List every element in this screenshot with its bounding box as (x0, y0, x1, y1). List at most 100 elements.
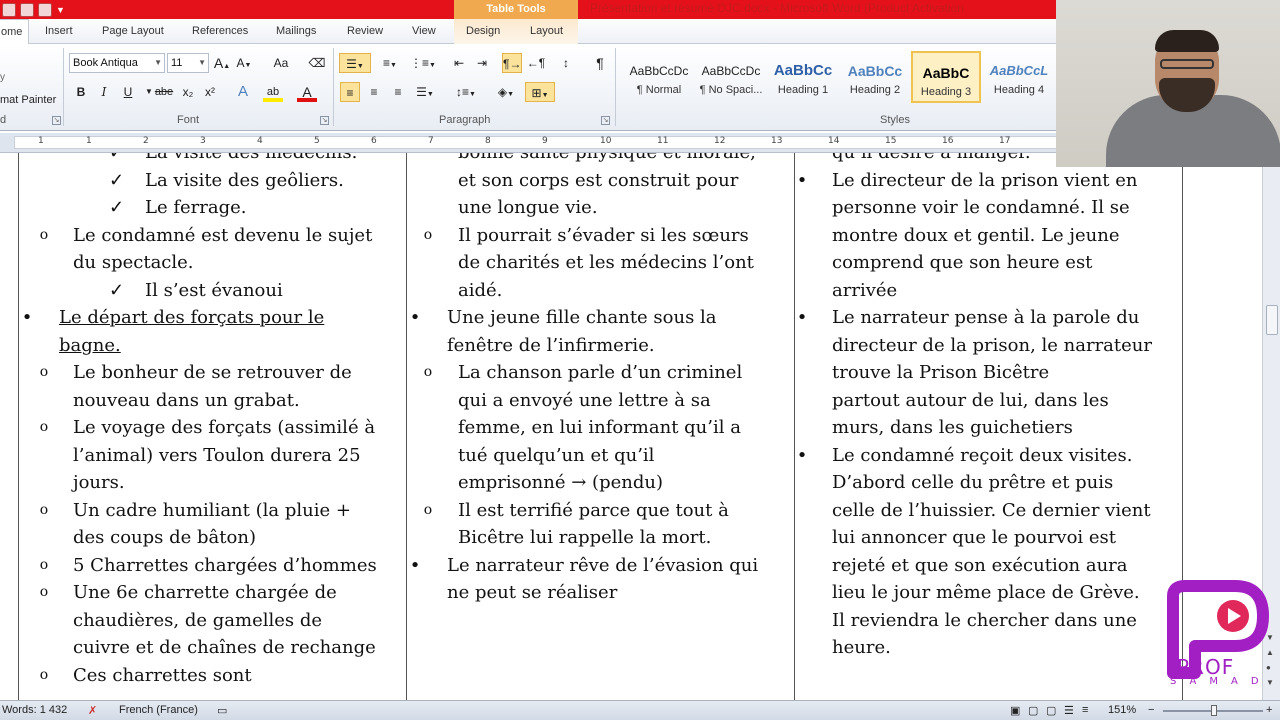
circle-bullet-icon: o (39, 666, 49, 683)
bold-button[interactable]: B (71, 82, 91, 102)
redo-icon[interactable] (38, 2, 52, 17)
multilevel-list-button[interactable]: ⋮≡▼ (409, 53, 437, 73)
outline-view-icon[interactable]: ☰ (1064, 704, 1074, 717)
document-line: Le ferrage. (145, 197, 247, 218)
zoom-in-button[interactable]: + (1266, 704, 1272, 716)
circle-bullet-icon: o (39, 584, 49, 600)
clipboard-launcher-icon[interactable]: ↘ (52, 116, 61, 125)
ruler-tick-label: 3 (200, 136, 206, 146)
circle-bullet-icon: o (39, 501, 49, 518)
document-line: jours. (73, 472, 125, 493)
document-line: du spectacle. (73, 252, 194, 273)
decrease-indent-icon[interactable]: ⇤ (449, 53, 469, 73)
style-heading-3[interactable]: AaBbC Heading 3 (911, 51, 981, 103)
underline-button[interactable]: U (118, 82, 138, 102)
grow-font-button[interactable]: A▲ (212, 53, 232, 73)
subscript-button[interactable]: x₂ (178, 82, 198, 102)
align-center-icon[interactable]: ≡ (364, 82, 384, 102)
circle-bullet-icon: o (423, 226, 433, 243)
clear-formatting-icon[interactable]: ⌫ (307, 53, 327, 73)
justify-icon[interactable]: ☰▼ (412, 82, 438, 102)
language-indicator[interactable]: French (France) (119, 704, 198, 716)
zoom-slider-knob[interactable] (1211, 705, 1217, 716)
customize-qat-icon[interactable]: ▼ (56, 5, 65, 15)
tab-layout[interactable]: Layout (530, 19, 563, 44)
zoom-out-button[interactable]: − (1148, 704, 1154, 716)
show-formatting-button[interactable]: ¶ (590, 53, 610, 73)
font-name-value: Book Antiqua (73, 57, 138, 69)
tab-view[interactable]: View (412, 19, 436, 44)
tab-page-layout[interactable]: Page Layout (102, 19, 164, 44)
italic-button[interactable]: I (94, 82, 114, 102)
circle-bullet-icon: o (39, 419, 49, 435)
tab-review[interactable]: Review (347, 19, 383, 44)
format-painter-button[interactable]: mat Painter (0, 94, 56, 106)
document-line: Le condamné reçoit deux visites. (832, 444, 1133, 466)
font-size-combo[interactable]: 11 ▼ (167, 53, 209, 73)
style-normal[interactable]: AaBbCcDc ¶ Normal (624, 51, 694, 103)
ltr-direction-icon[interactable]: ¶→ (502, 53, 522, 73)
save-icon[interactable] (2, 2, 16, 17)
style-heading-4[interactable]: AaBbCcL Heading 4 (984, 51, 1054, 103)
macro-record-icon[interactable]: ▭ (217, 704, 227, 717)
word-count[interactable]: Words: 1 432 (2, 704, 67, 716)
shading-icon[interactable]: ◈▼ (492, 82, 520, 102)
style-heading-2[interactable]: AaBbCc Heading 2 (840, 51, 910, 103)
bullets-button[interactable]: ☰▼ (339, 53, 371, 73)
document-line: trouve la Prison Bicêtre (832, 362, 1050, 383)
circle-bullet-icon: o (423, 501, 433, 518)
table-tools-context-tab: Table Tools (454, 0, 578, 19)
borders-icon[interactable]: ⊞▼ (525, 82, 555, 102)
increase-indent-icon[interactable]: ⇥ (472, 53, 492, 73)
scrollbar-thumb[interactable] (1266, 305, 1278, 335)
document-line: rejeté et que son exécution aura (832, 554, 1128, 576)
web-layout-view-icon[interactable]: ▢ (1046, 704, 1056, 717)
highlight-button[interactable]: ab (263, 82, 283, 102)
shrink-font-button[interactable]: A▼ (234, 53, 254, 73)
shrink-font-icon: A (236, 56, 245, 70)
document-line: Le narrateur pense à la parole du (832, 307, 1140, 328)
tab-home[interactable]: ome (0, 19, 30, 45)
chevron-down-icon: ▼ (154, 58, 162, 67)
presenter-glasses (1160, 59, 1214, 69)
document-line: Le directeur de la prison vient en (832, 169, 1138, 191)
full-screen-view-icon[interactable]: ▢ (1028, 704, 1038, 717)
align-right-icon[interactable]: ≡ (388, 82, 408, 102)
text-effects-button[interactable]: A (233, 82, 253, 102)
style-heading-1[interactable]: AaBbCc Heading 1 (768, 51, 838, 103)
document-area[interactable]: ✓ La visite des médecins. ✓ La visite des g… (0, 153, 1262, 700)
paragraph-launcher-icon[interactable]: ↘ (601, 116, 610, 125)
document-line: tué quelqu’un et qu’il (458, 444, 655, 466)
table-column-2[interactable]: bonne santé physique et morale, et son co… (407, 153, 793, 700)
print-layout-view-icon[interactable]: ▣ (1010, 704, 1020, 717)
tab-references[interactable]: References (192, 19, 248, 44)
font-launcher-icon[interactable]: ↘ (320, 116, 329, 125)
superscript-button[interactable]: x² (200, 82, 220, 102)
draft-view-icon[interactable]: ≡ (1082, 704, 1088, 716)
font-name-combo[interactable]: Book Antiqua ▼ (69, 53, 165, 73)
table-column-3[interactable]: qu’il désire à manger. • Le directeur de l… (795, 153, 1181, 700)
tab-insert[interactable]: Insert (45, 19, 73, 44)
tab-mailings[interactable]: Mailings (276, 19, 316, 44)
change-case-button[interactable]: Aa (268, 53, 294, 73)
align-left-icon[interactable]: ≡ (340, 82, 360, 102)
document-line: et son corps est construit pour (458, 169, 739, 191)
ruler-tick-label: 1 (86, 136, 92, 146)
strikethrough-button[interactable]: abe (152, 82, 176, 102)
status-bar: Words: 1 432 ✗ French (France) ▭ ▣ ▢ ▢ ☰… (0, 700, 1280, 720)
table-column-1[interactable]: ✓ La visite des médecins. ✓ La visite des g… (19, 153, 405, 700)
ruler-tick-label: 5 (314, 136, 320, 146)
zoom-level[interactable]: 151% (1108, 704, 1136, 716)
proofing-icon[interactable]: ✗ (88, 704, 97, 717)
sort-icon[interactable]: ↕ (556, 53, 576, 73)
line-spacing-icon[interactable]: ↕≡▼ (452, 82, 480, 102)
font-color-button[interactable]: A (297, 82, 317, 102)
document-line: murs, dans les guichetiers (832, 417, 1073, 438)
tab-design[interactable]: Design (466, 19, 500, 44)
undo-icon[interactable] (20, 2, 34, 17)
style-no-spacing[interactable]: AaBbCcDc ¶ No Spaci... (696, 51, 766, 103)
numbering-button[interactable]: ≡▼ (376, 53, 404, 73)
bullet-icon: • (409, 307, 421, 328)
style-sample: AaBbCc (847, 63, 903, 79)
rtl-direction-icon[interactable]: ←¶ (526, 53, 546, 73)
